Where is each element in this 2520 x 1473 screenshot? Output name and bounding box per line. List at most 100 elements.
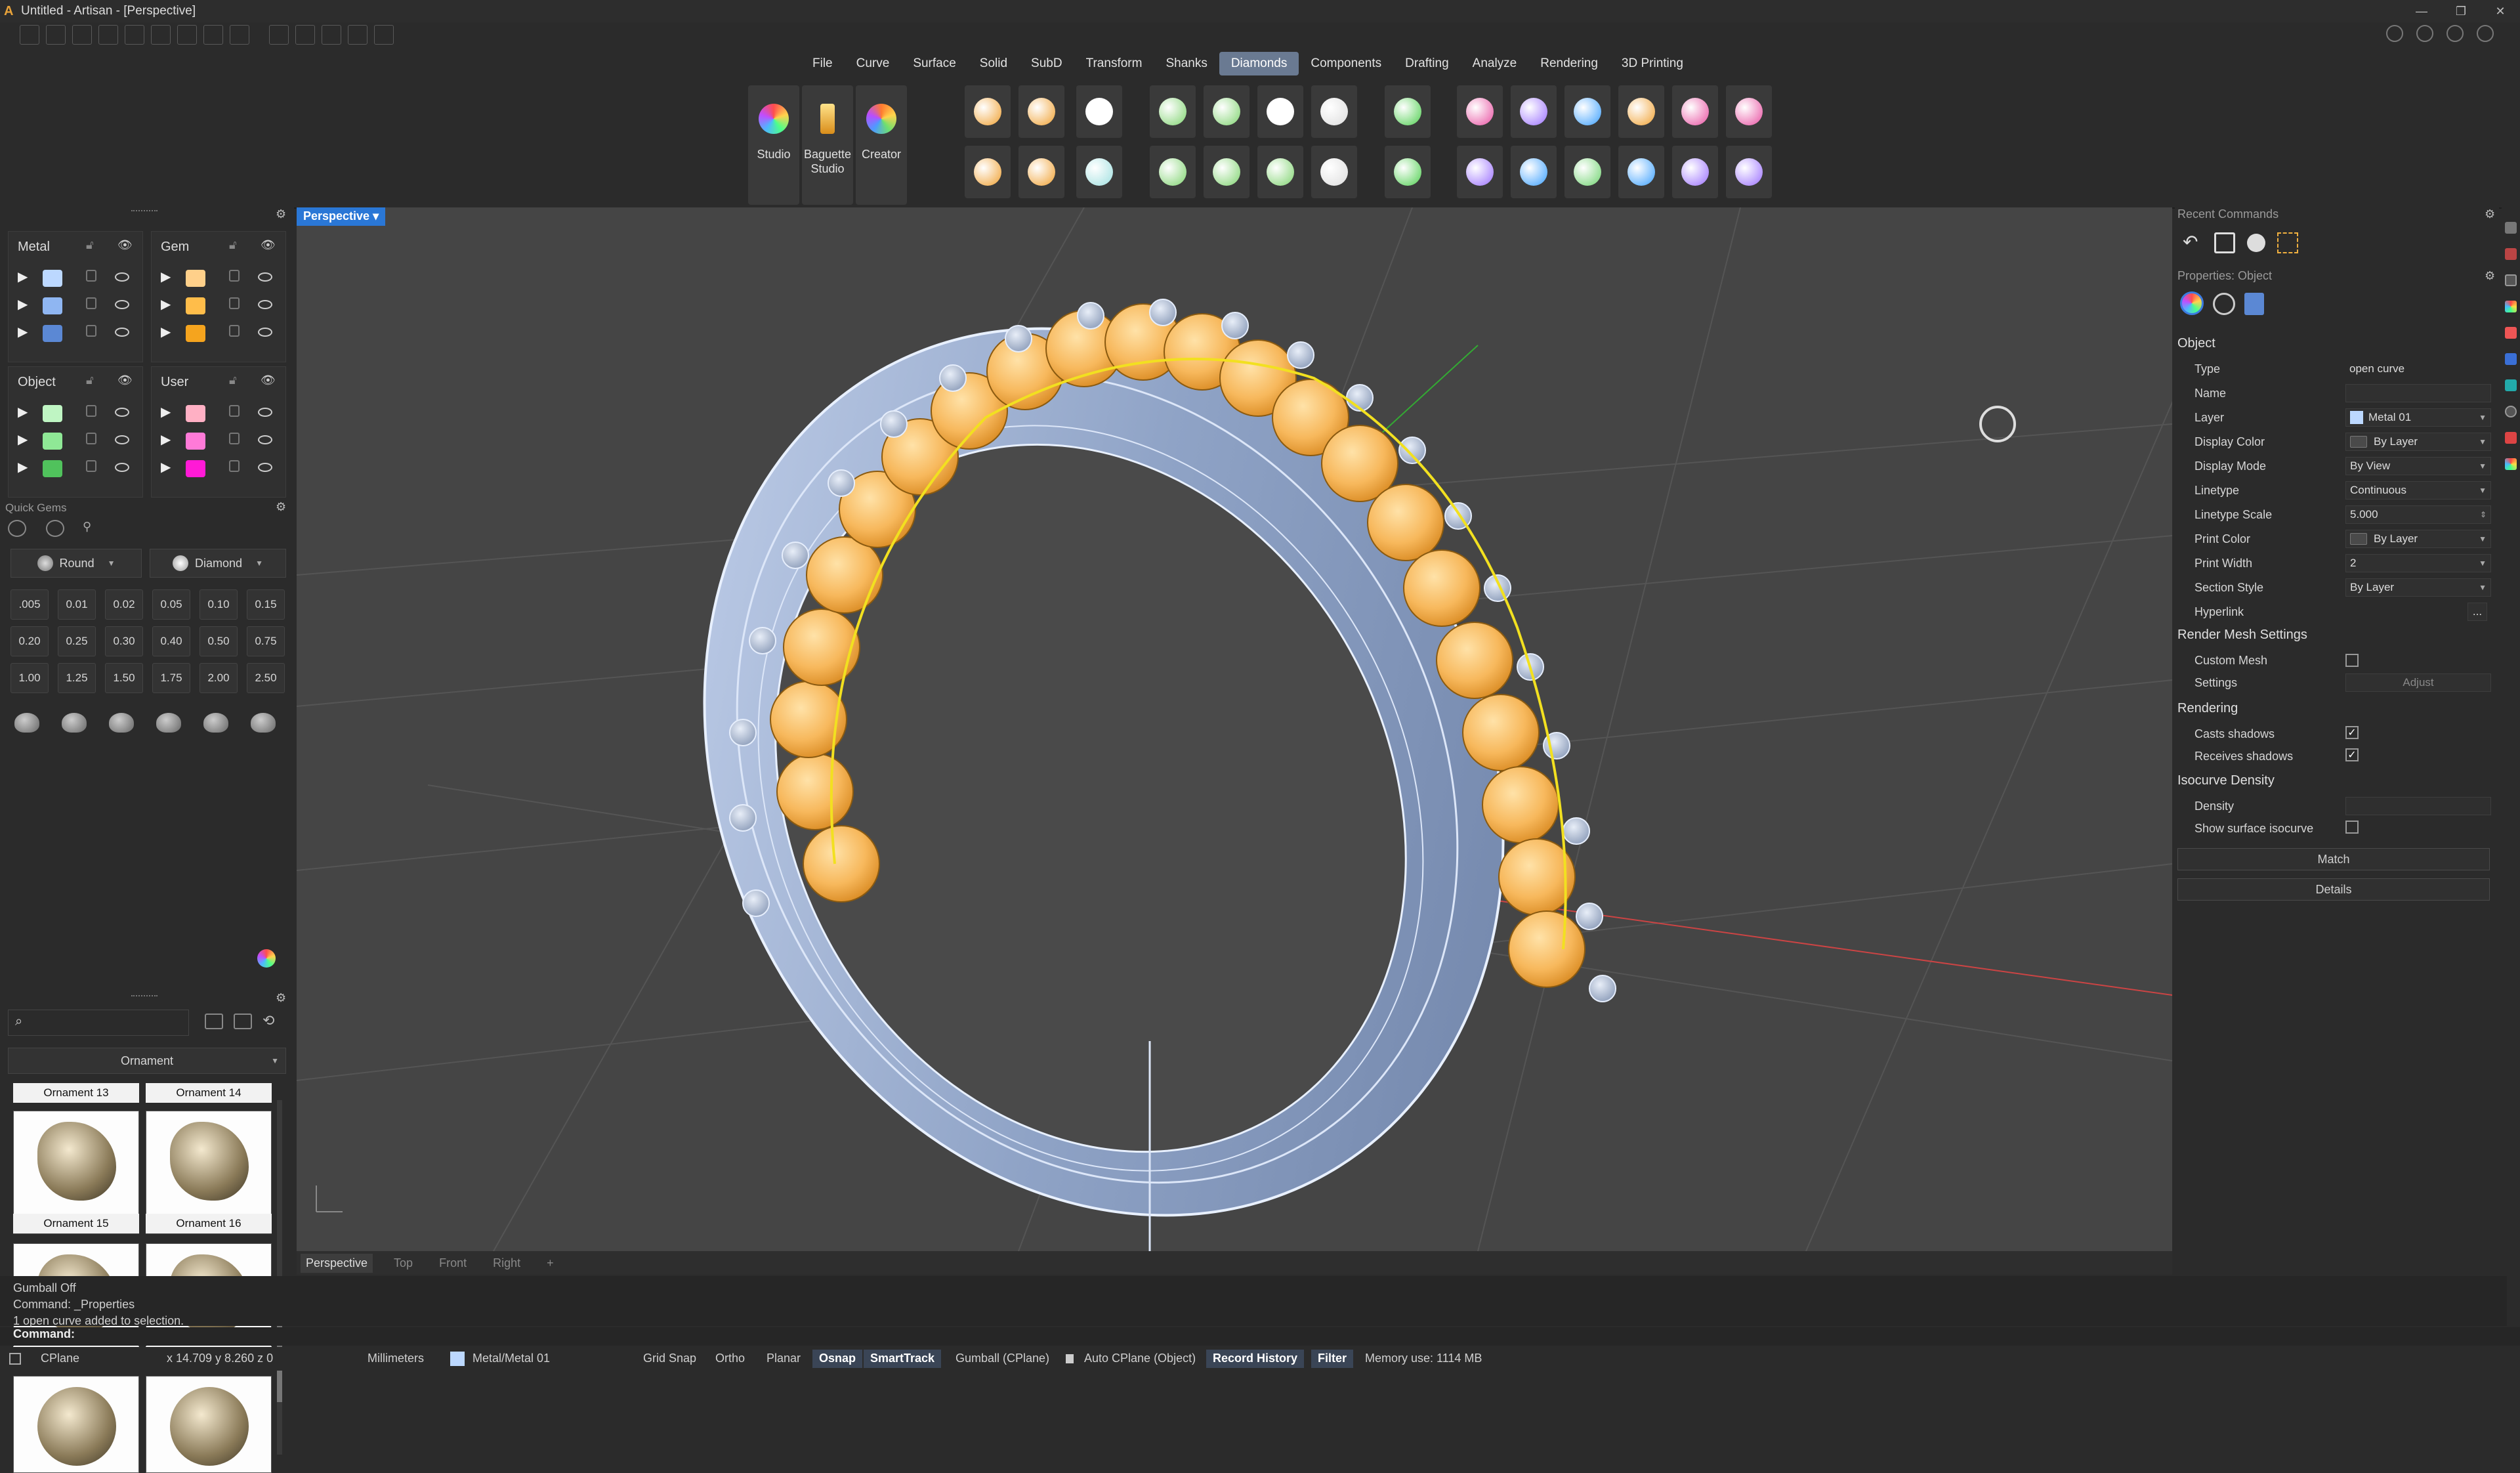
layer-expand-icon[interactable]: ▶ — [161, 459, 171, 475]
gem-shape-cushion-icon[interactable] — [62, 713, 87, 733]
import-icon[interactable] — [98, 25, 118, 45]
tab-curve[interactable]: Curve — [845, 52, 902, 75]
gem-search-icon[interactable] — [1564, 85, 1610, 138]
layer-expand-icon[interactable]: ▶ — [18, 459, 28, 475]
layer-lock-icon[interactable] — [86, 325, 96, 337]
export-icon[interactable] — [230, 25, 249, 45]
layers-icon[interactable] — [2416, 25, 2433, 42]
layer-expand-icon[interactable]: ▶ — [18, 431, 28, 448]
tab-diamonds[interactable]: Diamonds — [1219, 52, 1299, 75]
eye-icon[interactable]: 👁︎ — [117, 374, 133, 387]
gem-size-button[interactable]: 2.50 — [247, 663, 285, 693]
gem-size-button[interactable]: 0.50 — [200, 626, 238, 656]
gem-stone[interactable] — [1367, 484, 1444, 561]
redo-icon[interactable] — [151, 25, 171, 45]
gem-shield-icon[interactable] — [1511, 85, 1557, 138]
layer-visible-icon[interactable] — [115, 272, 129, 282]
side-stone[interactable] — [729, 804, 757, 832]
prop-value-layer[interactable]: Metal 01 ▼ — [2345, 408, 2491, 427]
casts-shadows-checkbox[interactable]: ✓ — [2345, 726, 2359, 739]
array-recent-icon[interactable] — [2277, 232, 2298, 253]
cutter-icon[interactable] — [1385, 85, 1431, 138]
library-search-input[interactable]: ⌕ — [8, 1010, 189, 1036]
library-gear-icon[interactable]: ⚙ — [276, 991, 286, 1005]
gem-size-button[interactable]: 0.02 — [105, 589, 143, 620]
gem-size-button[interactable]: 0.75 — [247, 626, 285, 656]
library-item[interactable]: Ornament 16 — [146, 1111, 272, 1234]
ring-view-icon[interactable] — [1979, 406, 2016, 442]
channel-setting-icon[interactable] — [1204, 85, 1250, 138]
gem-size-button[interactable]: 0.01 — [58, 589, 96, 620]
lock-icon[interactable]: 🔓︎ — [229, 374, 237, 387]
layer-lock-icon[interactable] — [86, 460, 96, 472]
library-item[interactable]: Ornament 15 — [13, 1111, 139, 1234]
layer-visible-icon[interactable] — [115, 463, 129, 472]
material-panel-icon[interactable] — [2505, 327, 2517, 339]
perspective-viewport[interactable] — [297, 207, 2172, 1251]
layer-visible-icon[interactable] — [115, 300, 129, 309]
round-gem-icon[interactable] — [1076, 85, 1122, 138]
gem-render-icon[interactable] — [1726, 85, 1772, 138]
adjust-button[interactable]: Adjust — [2345, 673, 2491, 692]
gem-size-button[interactable]: 0.10 — [200, 589, 238, 620]
command-line[interactable]: Command: — [0, 1327, 2520, 1346]
tab-3d-printing[interactable]: 3D Printing — [1610, 52, 1695, 75]
layer-color-swatch[interactable] — [186, 405, 205, 422]
gem-material-select[interactable]: Diamond ▼ — [150, 549, 286, 578]
render-panel-icon[interactable] — [2505, 379, 2517, 391]
tab-subd[interactable]: SubD — [1019, 52, 1074, 75]
custom-mesh-checkbox[interactable] — [2345, 654, 2359, 667]
record-history-toggle[interactable]: Record History — [1206, 1350, 1305, 1368]
gem-count-icon[interactable] — [1457, 146, 1503, 198]
layer-expand-icon[interactable]: ▶ — [18, 404, 28, 420]
gem-options-icon[interactable] — [46, 520, 64, 537]
auto-cplane-toggle[interactable]: Auto CPlane (Object) — [1084, 1352, 1196, 1365]
prop-value-linetype[interactable]: Continuous ▼ — [2345, 481, 2491, 500]
recent-gear-icon[interactable]: ⚙ — [2485, 207, 2495, 221]
eye-icon[interactable]: 👁︎ — [261, 238, 276, 252]
restore-icon[interactable]: ❐ — [2441, 0, 2481, 22]
layer-lock-icon[interactable] — [229, 270, 240, 282]
side-stone[interactable] — [1077, 302, 1104, 330]
gem-color-icon[interactable] — [1511, 146, 1557, 198]
side-stone[interactable] — [1149, 299, 1177, 326]
layer-color-swatch[interactable] — [43, 297, 62, 314]
layer-color-swatch[interactable] — [43, 270, 62, 287]
panel-gear-icon[interactable]: ⚙ — [276, 207, 286, 221]
ortho-toggle[interactable]: Ortho — [715, 1352, 745, 1365]
filter-toggle[interactable]: Filter — [1311, 1350, 1354, 1368]
gem-palette-icon[interactable] — [1672, 85, 1718, 138]
pipe-cutter-icon[interactable] — [1385, 146, 1431, 198]
layer-visible-icon[interactable] — [258, 328, 272, 337]
gem-array-icon[interactable] — [1311, 146, 1357, 198]
layer-visible-icon[interactable] — [115, 435, 129, 444]
smarttrack-toggle[interactable]: SmartTrack — [864, 1350, 942, 1368]
gem-target-icon[interactable] — [1618, 146, 1664, 198]
lock-icon[interactable]: 🔓︎ — [229, 238, 237, 252]
library-item-label[interactable]: Ornament 13 — [13, 1083, 139, 1103]
gem-size-button[interactable]: 1.00 — [10, 663, 49, 693]
density-input[interactable] — [2345, 797, 2491, 815]
side-stone[interactable] — [1589, 975, 1616, 1002]
layer-lock-icon[interactable] — [229, 460, 240, 472]
wand-icon[interactable]: ⚲ — [83, 520, 91, 534]
layer-color-swatch[interactable] — [186, 433, 205, 450]
gem-stone[interactable] — [1403, 549, 1480, 627]
library-item-label[interactable]: Ornament 14 — [146, 1083, 272, 1103]
gem-size-button[interactable]: 0.40 — [152, 626, 190, 656]
gem-stone[interactable] — [1482, 766, 1559, 843]
gem-line-icon[interactable] — [1018, 85, 1064, 138]
add-folder-icon[interactable] — [205, 1014, 223, 1029]
new-file-icon[interactable] — [20, 25, 39, 45]
tab-surface[interactable]: Surface — [901, 52, 967, 75]
gumball-toggle[interactable]: Gumball (CPlane) — [956, 1352, 1049, 1365]
layer-visible-icon[interactable] — [115, 328, 129, 337]
gem-size-button[interactable]: 0.15 — [247, 589, 285, 620]
side-stone[interactable] — [939, 364, 967, 392]
panel-toggle-icon[interactable] — [2505, 222, 2517, 234]
prop-value-section-style[interactable]: By Layer ▼ — [2345, 578, 2491, 597]
oval-gem-icon[interactable] — [1076, 146, 1122, 198]
gem-panel-icon[interactable] — [2505, 458, 2517, 470]
gem-recent-icon[interactable] — [2247, 234, 2265, 252]
gem-finish-icon[interactable] — [1726, 146, 1772, 198]
